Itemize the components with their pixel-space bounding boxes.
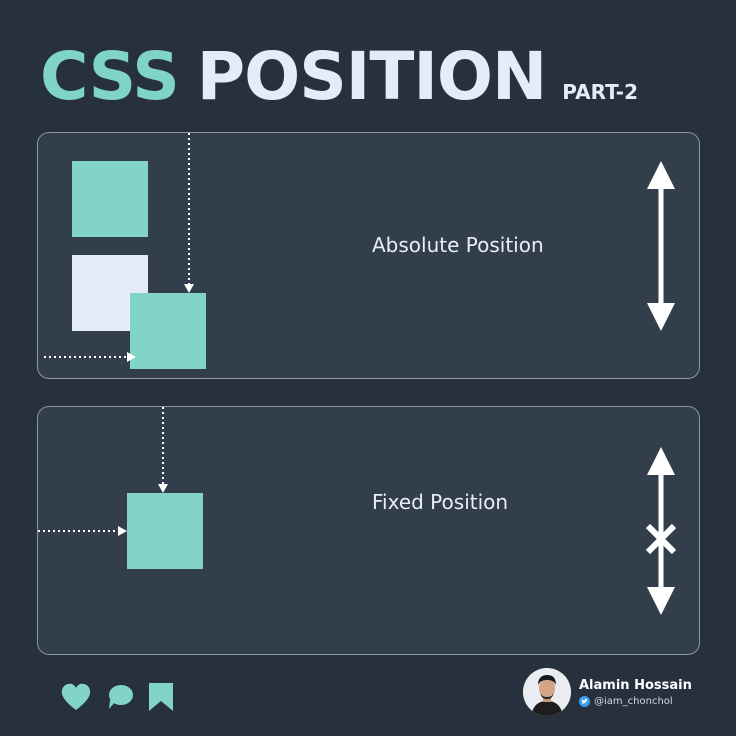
page-title: CSS POSITION PART-2: [40, 38, 638, 115]
heart-icon[interactable]: [60, 682, 92, 712]
teal-box-top: [72, 161, 148, 237]
avatar: [523, 668, 571, 716]
author-name: Alamin Hossain: [579, 677, 692, 693]
panel-label: Fixed Position: [372, 490, 509, 514]
title-part: PART-2: [562, 80, 638, 104]
author-handle-row: @iam_chonchol: [579, 695, 692, 707]
fixed-position-panel: Fixed Position: [37, 406, 700, 655]
panel-label: Absolute Position: [372, 233, 544, 257]
author-card: Alamin Hossain @iam_chonchol: [523, 668, 692, 716]
title-css: CSS: [40, 38, 180, 115]
bookmark-icon[interactable]: [148, 682, 174, 712]
twitter-icon: [579, 695, 590, 707]
social-actions: [60, 682, 174, 712]
author-handle[interactable]: @iam_chonchol: [594, 696, 673, 707]
absolute-teal-box: [130, 293, 206, 369]
comment-icon[interactable]: [106, 683, 134, 711]
absolute-position-panel: Absolute Position: [37, 132, 700, 379]
fixed-teal-box: [127, 493, 203, 569]
title-position: POSITION: [196, 38, 547, 115]
